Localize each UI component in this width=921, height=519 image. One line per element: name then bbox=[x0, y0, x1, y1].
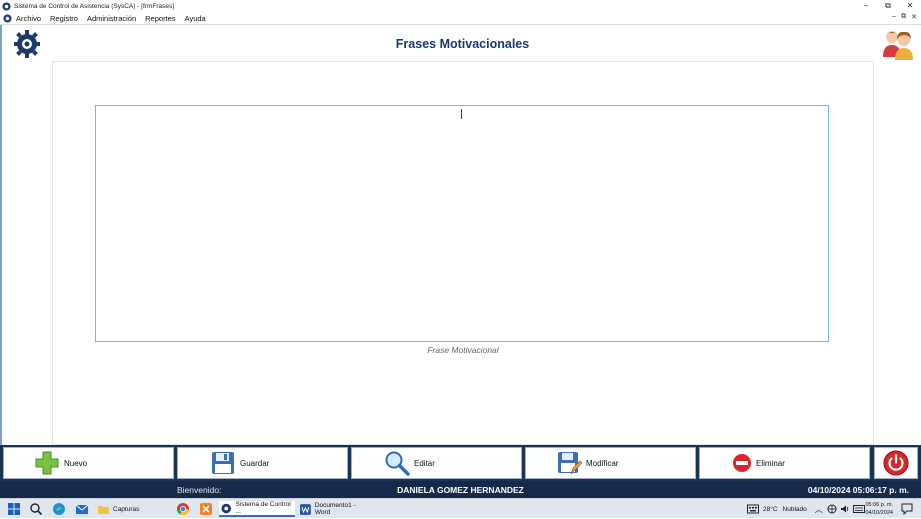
notification-icon[interactable] bbox=[901, 503, 913, 515]
search-icon[interactable] bbox=[29, 502, 43, 516]
weather-text[interactable]: Nublado bbox=[783, 506, 807, 513]
chrome-icon[interactable] bbox=[176, 502, 190, 516]
phrase-label: Frase Motivacional bbox=[427, 345, 499, 355]
mdi-minimize-button[interactable]: – bbox=[892, 13, 896, 21]
new-button[interactable]: Nuevo bbox=[3, 447, 174, 479]
app-window: Sistema de Control de Asistencia (SysCA)… bbox=[0, 0, 921, 518]
new-label: Nuevo bbox=[64, 458, 88, 468]
edit-label: Editar bbox=[414, 458, 435, 468]
plus-icon bbox=[35, 451, 59, 475]
save-label: Guardar bbox=[240, 458, 270, 468]
menu-ayuda[interactable]: Ayuda bbox=[185, 14, 206, 23]
edge-browser-icon[interactable] bbox=[52, 502, 66, 516]
windows-start-icon[interactable] bbox=[7, 502, 21, 516]
word-icon bbox=[300, 503, 311, 515]
mail-icon[interactable] bbox=[75, 502, 89, 516]
modify-label: Modificar bbox=[586, 458, 619, 468]
taskbar: Capturas Sistema de Control ... Document… bbox=[0, 498, 921, 518]
close-button[interactable]: ✕ bbox=[899, 0, 921, 12]
title-bar: Sistema de Control de Asistencia (SysCA)… bbox=[0, 0, 921, 12]
clock-date: 04/10/2024 bbox=[865, 510, 893, 516]
minus-circle-icon bbox=[733, 454, 751, 472]
menu-bar: Archivo Registro Administración Reportes… bbox=[0, 12, 921, 25]
network-icon[interactable] bbox=[827, 504, 837, 514]
phrase-textarea[interactable] bbox=[95, 105, 829, 342]
date-time: 04/10/2024 05:06:17 p. m. bbox=[807, 485, 909, 495]
form-icon[interactable] bbox=[3, 13, 12, 23]
system-tray: 28°C Nublado ︿ bbox=[747, 499, 865, 519]
form-area: Frases Motivacionales Frase Motivacional bbox=[0, 25, 921, 445]
xampp-icon[interactable] bbox=[199, 502, 213, 516]
action-toolbar: Nuevo Guardar Editar Modificar Eliminar bbox=[0, 445, 921, 481]
power-icon bbox=[883, 450, 909, 476]
taskbar-app-word[interactable]: Documento1 - Word bbox=[298, 501, 372, 517]
floppy-disk-icon bbox=[212, 452, 234, 474]
floppy-edit-icon bbox=[558, 452, 582, 475]
language-icon[interactable] bbox=[852, 504, 865, 514]
volume-icon[interactable] bbox=[840, 504, 850, 514]
restore-button[interactable]: ⧉ bbox=[877, 0, 899, 12]
taskbar-app-capturas[interactable]: Capturas bbox=[96, 501, 168, 517]
user-name: DANIELA GOMEZ HERNANDEZ bbox=[397, 485, 524, 495]
taskbar-app-label: Documento1 - Word bbox=[314, 502, 356, 516]
modify-button[interactable]: Modificar bbox=[525, 447, 696, 479]
window-title: Sistema de Control de Asistencia (SysCA)… bbox=[14, 2, 175, 10]
menu-administracion[interactable]: Administración bbox=[87, 14, 136, 23]
taskbar-app-label: Capturas bbox=[113, 505, 140, 513]
mdi-close-button[interactable]: ✕ bbox=[911, 13, 917, 21]
menu-registro[interactable]: Registro bbox=[50, 14, 78, 23]
save-button[interactable]: Guardar bbox=[177, 447, 348, 479]
edit-button[interactable]: Editar bbox=[351, 447, 522, 479]
taskbar-app-sysca[interactable]: Sistema de Control ... bbox=[219, 501, 295, 517]
app-icon bbox=[2, 1, 11, 11]
clock-time: 05:06 p. m. bbox=[865, 502, 893, 508]
delete-label: Eliminar bbox=[756, 458, 785, 468]
delete-button[interactable]: Eliminar bbox=[699, 447, 870, 479]
sysca-app-icon bbox=[221, 503, 231, 513]
mdi-restore-button[interactable]: ⧉ bbox=[901, 13, 906, 21]
minimize-button[interactable]: – bbox=[855, 0, 877, 12]
form-panel: Frase Motivacional bbox=[52, 61, 874, 445]
status-bar: Bienvenido: DANIELA GOMEZ HERNANDEZ 04/1… bbox=[0, 481, 921, 498]
text-caret bbox=[461, 109, 462, 119]
weather-temp[interactable]: 28°C bbox=[763, 506, 778, 513]
users-icon bbox=[883, 31, 913, 60]
chevron-up-icon[interactable]: ︿ bbox=[815, 504, 823, 515]
menu-archivo[interactable]: Archivo bbox=[16, 14, 41, 23]
taskbar-clock[interactable]: 05:06 p. m. 04/10/2024 bbox=[865, 501, 893, 517]
exit-button[interactable] bbox=[874, 447, 918, 479]
menu-reportes[interactable]: Reportes bbox=[145, 14, 175, 23]
keyboard-icon[interactable] bbox=[747, 504, 759, 514]
magnifier-icon bbox=[385, 451, 410, 476]
folder-icon bbox=[98, 505, 109, 514]
form-title: Frases Motivacionales bbox=[395, 37, 530, 51]
taskbar-app-label: Sistema de Control ... bbox=[235, 501, 291, 515]
